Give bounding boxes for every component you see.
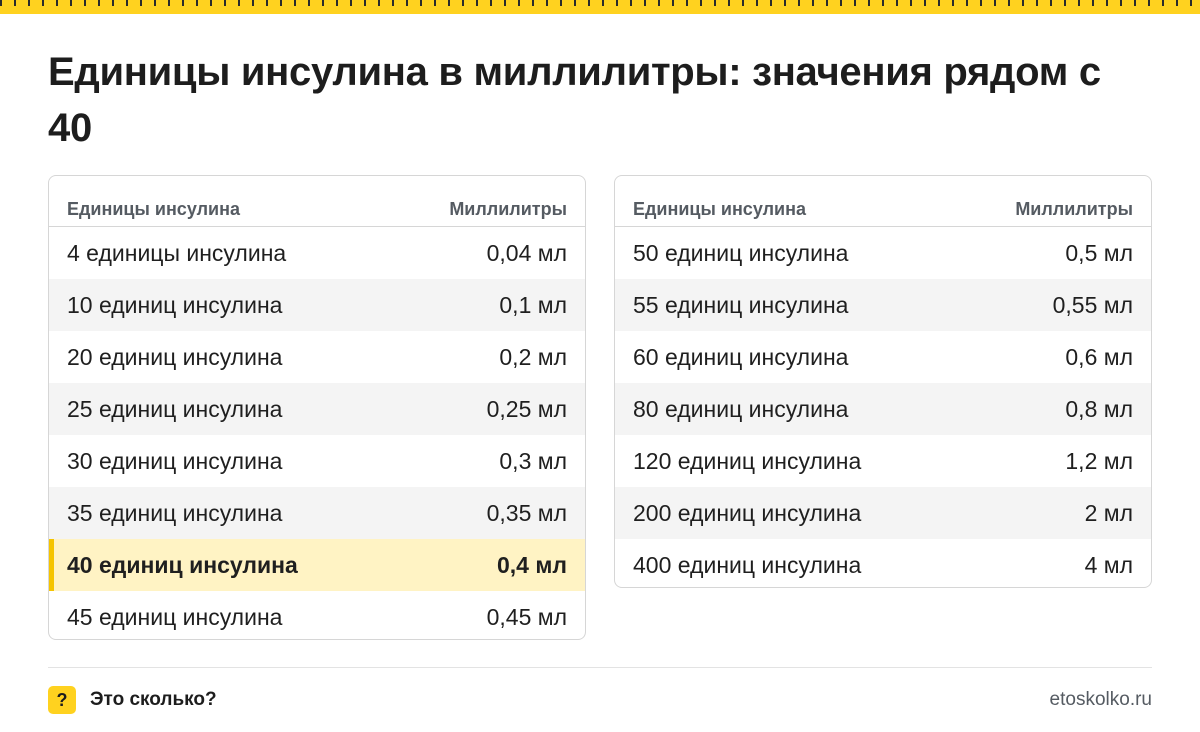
units-cell: 4 единицы инсулина [67,239,287,266]
table-row: 35 единиц инсулина 0,35 мл [49,487,585,539]
table-row: 55 единиц инсулина 0,55 мл [615,279,1151,331]
table-row: 400 единиц инсулина 4 мл [615,539,1151,587]
units-cell: 50 единиц инсулина [633,239,849,266]
units-column-header: Единицы инсулина [633,199,806,219]
ml-cell: 0,8 мл [1065,395,1133,422]
table-row: 20 единиц инсулина 0,2 мл [49,331,585,383]
footer-divider [48,667,1152,668]
ml-cell: 0,1 мл [499,291,567,318]
ml-cell: 0,55 мл [1052,291,1133,318]
ml-cell: 0,45 мл [486,603,567,630]
units-cell: 80 единиц инсулина [633,395,849,422]
conversion-table-left: Единицы инсулина Миллилитры 4 единицы ин… [48,175,586,640]
ml-cell: 0,25 мл [486,395,567,422]
units-cell: 40 единиц инсулина [67,551,298,578]
page-title: Единицы инсулина в миллилитры: значения … [48,50,1101,150]
units-cell: 120 единиц инсулина [633,447,862,474]
table-header: Единицы инсулина Миллилитры [615,176,1151,227]
conversion-table-right: Единицы инсулина Миллилитры 50 единиц ин… [614,175,1152,588]
units-cell: 200 единиц инсулина [633,499,862,526]
units-cell: 30 единиц инсулина [67,447,283,474]
table-row: 30 единиц инсулина 0,3 мл [49,435,585,487]
highlighted-table-row: 40 единиц инсулина 0,4 мл [49,539,585,591]
ml-cell: 0,3 мл [499,447,567,474]
brand-logo[interactable]: ? Это сколько? [48,686,217,714]
ml-cell: 0,4 мл [497,551,567,578]
ml-cell: 4 мл [1084,551,1133,578]
site-link[interactable]: etoskolko.ru [1050,689,1152,711]
table-header: Единицы инсулина Миллилитры [49,176,585,227]
units-cell: 60 единиц инсулина [633,343,849,370]
units-cell: 20 единиц инсулина [67,343,283,370]
ml-cell: 2 мл [1084,499,1133,526]
table-row: 4 единицы инсулина 0,04 мл [49,227,585,279]
ml-column-header: Миллилитры [1015,199,1133,219]
ml-cell: 0,35 мл [486,499,567,526]
units-cell: 45 единиц инсулина [67,603,283,630]
question-badge-icon: ? [48,686,76,714]
ml-column-header: Миллилитры [449,199,567,219]
units-cell: 10 единиц инсулина [67,291,283,318]
units-cell: 55 единиц инсулина [633,291,849,318]
table-row: 60 единиц инсулина 0,6 мл [615,331,1151,383]
ruler-decoration [0,0,1200,14]
ml-cell: 0,2 мл [499,343,567,370]
units-cell: 25 единиц инсулина [67,395,283,422]
table-row: 10 единиц инсулина 0,1 мл [49,279,585,331]
table-row: 200 единиц инсулина 2 мл [615,487,1151,539]
units-cell: 400 единиц инсулина [633,551,862,578]
ml-cell: 1,2 мл [1065,447,1133,474]
units-cell: 35 единиц инсулина [67,499,283,526]
table-row: 50 единиц инсулина 0,5 мл [615,227,1151,279]
table-row: 120 единиц инсулина 1,2 мл [615,435,1151,487]
ml-cell: 0,04 мл [486,239,567,266]
table-row: 25 единиц инсулина 0,25 мл [49,383,585,435]
ml-cell: 0,6 мл [1065,343,1133,370]
brand-name: Это сколько? [90,689,217,710]
ml-cell: 0,5 мл [1065,239,1133,266]
table-row: 45 единиц инсулина 0,45 мл [49,591,585,639]
table-row: 80 единиц инсулина 0,8 мл [615,383,1151,435]
units-column-header: Единицы инсулина [67,199,240,219]
